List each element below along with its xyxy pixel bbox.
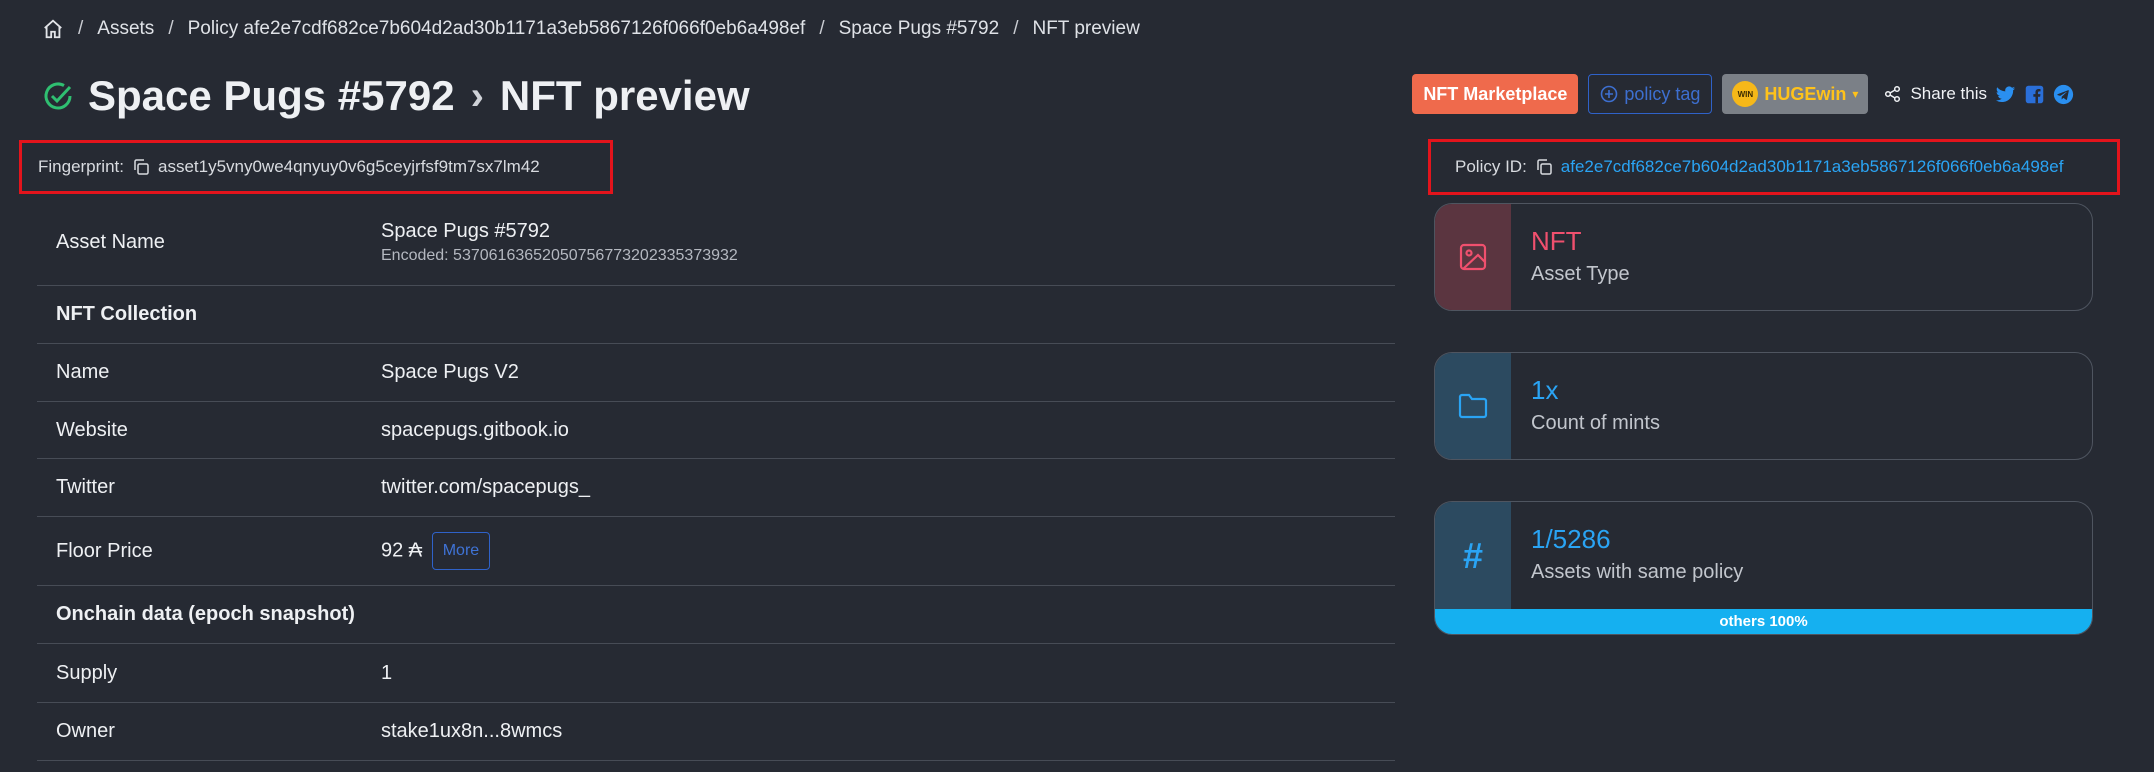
table-row: Supply 1 [37,644,1395,703]
plus-circle-icon [1601,85,1618,103]
asset-name-value: Space Pugs #5792 [381,220,551,242]
mint-count-icon-box [1435,353,1511,459]
breadcrumb: / Assets / Policy afe2e7cdf682ce7b604d2a… [42,18,1140,40]
breadcrumb-separator: / [1013,18,1019,39]
collection-name-link[interactable]: Space Pugs V2 [381,361,519,384]
policy-assets-progress: others 100% [1435,609,2092,634]
fingerprint-box: Fingerprint: asset1y5vny0we4qnyuy0v6g5ce… [19,140,613,194]
nft-collection-heading: NFT Collection [56,303,198,325]
owner-link[interactable]: stake1ux8n...8wmcs [381,720,562,743]
floor-price-cell: 92 ₳ More [381,532,491,570]
telegram-icon[interactable] [2053,84,2074,105]
policy-id-label: Policy ID: [1455,157,1527,176]
asset-type-value: NFT [1531,226,1582,256]
floor-price-key: Floor Price [56,539,153,562]
website-link[interactable]: spacepugs.gitbook.io [381,419,569,442]
onchain-heading: Onchain data (epoch snapshot) [56,603,355,625]
policy-id-box: Policy ID: afe2e7cdf682ce7b604d2ad30b117… [1428,139,2120,195]
policy-id-link[interactable]: afe2e7cdf682ce7b604d2ad30b1171a3eb586712… [1561,157,2064,177]
hugewin-label: HUGEwin [1764,83,1847,104]
title-page-name: NFT preview [499,72,750,119]
table-row: Floor Price 92 ₳ More [37,517,1395,586]
asset-name-encoded: Encoded: 537061636520507567732023353739​… [381,247,738,264]
table-row: Twitter twitter.com/spacepugs_ [37,459,1395,517]
action-bar: NFT Marketplace policy tag WIN HUGEwin ▾… [1412,73,2074,115]
policy-assets-label: Assets with same policy [1531,561,1744,583]
nft-marketplace-button[interactable]: NFT Marketplace [1412,74,1579,114]
twitter-key: Twitter [56,476,115,498]
share-group: Share this [1884,84,2074,105]
breadcrumb-policy[interactable]: Policy afe2e7cdf682ce7b604d2ad30b1171a3e… [188,18,806,40]
title-asset-name: Space Pugs #5792 [88,72,455,119]
breadcrumb-asset[interactable]: Space Pugs #5792 [839,18,1000,40]
verified-check-icon [44,82,72,110]
owner-key: Owner [56,720,115,742]
image-icon [1459,243,1487,271]
section-header: Onchain data (epoch snapshot) [37,586,1395,644]
facebook-icon[interactable] [2024,84,2045,105]
mint-count-card: 1x Count of mints [1434,352,2093,460]
home-icon[interactable] [42,18,64,40]
asset-type-label: Asset Type [1531,263,1630,285]
asset-type-card: NFT Asset Type [1434,203,2093,311]
policy-assets-value: 1/5286 [1531,524,1611,554]
supply-key: Supply [56,661,118,684]
folder-icon [1458,393,1488,419]
table-row: Name Space Pugs V2 [37,344,1395,402]
copy-icon[interactable] [132,158,150,176]
policy-assets-icon-box: # [1435,502,1511,610]
asset-details-table: Asset Name Space Pugs #5792 Encoded: 537… [37,200,1395,761]
breadcrumb-separator: / [819,18,825,39]
breadcrumb-current: NFT preview [1032,18,1140,39]
mint-count-label: Count of mints [1531,412,1660,434]
breadcrumb-assets[interactable]: Assets [97,18,154,40]
policy-tag-label: policy tag [1624,83,1701,104]
policy-assets-card: # 1/5286 Assets with same policy others … [1434,501,2093,635]
chevron-right-icon: › [470,73,484,118]
twitter-link[interactable]: twitter.com/spacepugs_ [381,476,590,499]
breadcrumb-separator: / [78,18,84,39]
hugewin-dropdown[interactable]: WIN HUGEwin ▾ [1722,74,1869,114]
asset-name-cell: Space Pugs #5792 Encoded: 53706163652050… [381,220,738,265]
chevron-down-icon: ▾ [1852,87,1859,101]
section-header: NFT Collection [37,286,1395,344]
breadcrumb-separator: / [168,18,174,39]
floor-price-value: 92 ₳ [381,539,423,562]
page-title: Space Pugs #5792 › NFT preview [42,72,750,120]
hash-icon: # [1462,535,1484,576]
fingerprint-value[interactable]: asset1y5vny0we4qnyuy0v6g5ceyjrfsf9tm7sx7… [158,157,540,177]
website-key: Website [56,418,128,441]
asset-type-icon-box [1435,204,1511,310]
collection-name-key: Name [56,361,110,383]
progress-fill: others 100% [1435,609,2092,634]
hugewin-logo-icon: WIN [1732,81,1759,107]
share-label: Share this [1910,84,1987,103]
more-button[interactable]: More [431,532,491,570]
twitter-icon[interactable] [1995,84,2016,105]
share-icon [1885,85,1901,103]
fingerprint-label: Fingerprint: [38,157,124,176]
table-row: Asset Name Space Pugs #5792 Encoded: 537… [37,200,1395,286]
table-row: Owner stake1ux8n...8wmcs [37,703,1395,761]
copy-icon[interactable] [1535,158,1553,176]
asset-name-key: Asset Name [56,231,165,253]
policy-tag-button[interactable]: policy tag [1588,74,1713,114]
supply-value: 1 [381,661,393,684]
mint-count-value: 1x [1531,375,1559,405]
table-row: Website spacepugs.gitbook.io [37,402,1395,459]
